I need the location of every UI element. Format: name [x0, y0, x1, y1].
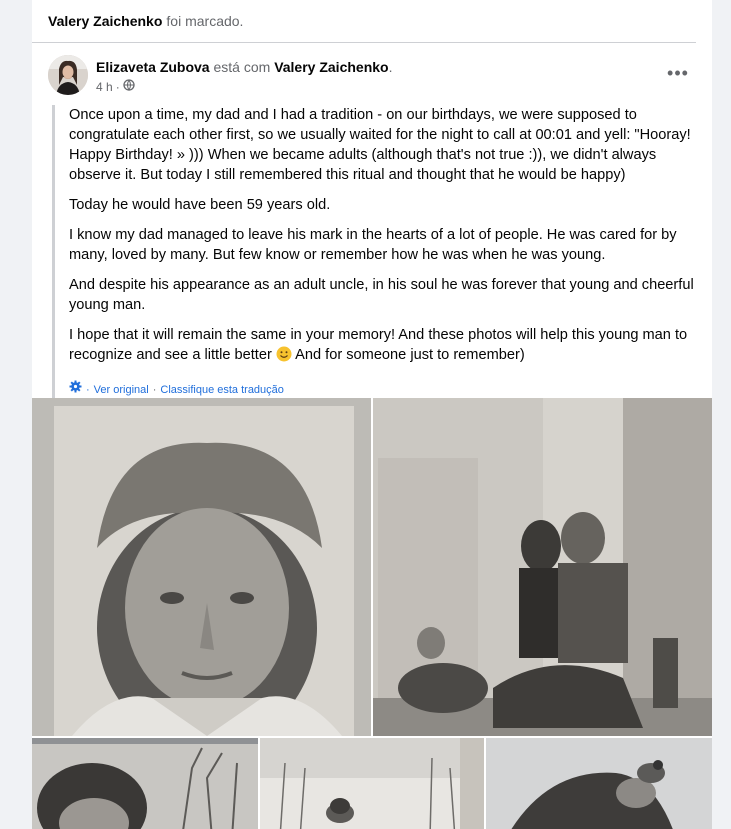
post-meta: 4 h ·	[96, 79, 135, 94]
tagged-user-name[interactable]: Valery Zaichenko	[48, 13, 162, 29]
separator-dot: ·	[152, 384, 157, 396]
tagged-notice: Valery Zaichenko foi marcado.	[32, 0, 696, 43]
post-header: Elizaveta Zubova está com Valery Zaichen…	[32, 55, 712, 105]
more-options-icon: •••	[667, 62, 689, 83]
with-text: está com	[213, 59, 271, 75]
gear-icon[interactable]	[69, 380, 82, 400]
photo-portrait[interactable]	[32, 398, 371, 736]
post-text: Once upon a time, my dad and I had a tra…	[52, 105, 696, 404]
post-paragraph: And despite his appearance as an adult u…	[69, 277, 694, 313]
more-options-button[interactable]: •••	[664, 61, 692, 85]
see-original-link[interactable]: Ver original	[94, 380, 149, 400]
rate-translation-link[interactable]: Classifique esta tradução	[160, 380, 284, 400]
photo-snow-boy[interactable]	[486, 738, 712, 829]
author-avatar[interactable]	[48, 55, 88, 95]
photo-porch[interactable]	[373, 398, 712, 736]
period: .	[388, 59, 393, 75]
smile-emoji-icon	[276, 346, 292, 368]
post-author-line: Elizaveta Zubova está com Valery Zaichen…	[96, 59, 392, 75]
post-paragraph-last: I hope that it will remain the same in y…	[69, 325, 696, 368]
globe-icon	[123, 79, 135, 94]
post-paragraph: I know my dad managed to leave his mark …	[69, 227, 677, 263]
post-paragraph: Today he would have been 59 years old.	[69, 197, 331, 213]
photo-winter-hat[interactable]	[32, 738, 258, 829]
post-card: Valery Zaichenko foi marcado. Elizaveta …	[32, 0, 712, 829]
photo-snowy-park[interactable]	[260, 738, 484, 829]
tagged-name[interactable]: Valery Zaichenko	[274, 59, 388, 75]
meta-dot: ·	[115, 79, 120, 94]
post-paragraph: Once upon a time, my dad and I had a tra…	[69, 107, 691, 183]
separator-dot: ·	[86, 384, 90, 396]
post-time[interactable]: 4 h	[96, 80, 113, 94]
last-paragraph-end: And for someone just to remember)	[295, 347, 525, 363]
author-name[interactable]: Elizaveta Zubova	[96, 59, 210, 75]
tagged-notice-text: foi marcado.	[166, 13, 244, 29]
